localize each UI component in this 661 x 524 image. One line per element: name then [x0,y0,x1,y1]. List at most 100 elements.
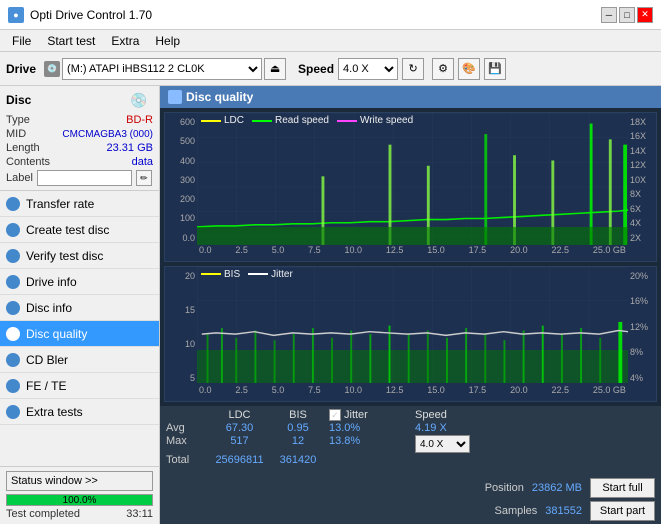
drive-info-icon [6,275,20,289]
menu-help[interactable]: Help [147,32,188,50]
app-icon: ● [8,7,24,23]
disc-load-icon[interactable]: 💿 [125,90,153,110]
refresh-button[interactable]: ↻ [402,58,424,80]
mid-value: CMCMAGBA3 (000) [62,129,153,140]
sidebar-item-disc-info[interactable]: Disc info [0,295,159,321]
fe-te-icon [6,379,20,393]
contents-label: Contents [6,156,50,168]
bottom-legend: BIS Jitter [201,269,293,280]
progress-text: 100.0% [7,495,152,507]
sidebar-label-fe-te: FE / TE [26,379,66,393]
menu-extra[interactable]: Extra [103,32,147,50]
ldc-total: 25696811 [212,454,267,466]
main-content: Disc 💿 Type BD-R MID CMCMAGBA3 (000) Len… [0,86,661,524]
total-label: Total [166,454,206,466]
sidebar-item-transfer-rate[interactable]: Transfer rate [0,191,159,217]
mid-label: MID [6,128,26,140]
left-panel: Disc 💿 Type BD-R MID CMCMAGBA3 (000) Len… [0,86,160,524]
chart-title: Disc quality [186,90,253,104]
drive-select[interactable]: (M:) ATAPI iHBS112 2 CL0K [62,58,262,80]
contents-value: data [132,156,153,168]
sidebar-item-disc-quality[interactable]: Disc quality [0,321,159,347]
label-input[interactable] [37,170,132,186]
top-chart: 600 500 400 300 200 100 0.0 LDC [164,112,657,262]
jitter-avg: 13.0% [329,422,409,434]
maximize-button[interactable]: □ [619,7,635,23]
top-chart-svg [197,113,628,261]
app-title: Opti Drive Control 1.70 [30,8,152,22]
bottom-chart-inner: BIS Jitter [197,267,628,401]
sidebar-label-extra-tests: Extra tests [26,405,83,419]
avg-label: Avg [166,422,206,434]
bis-max: 12 [273,435,323,453]
position-val: 23862 MB [532,482,582,494]
speed-header: Speed [415,409,465,421]
minimize-button[interactable]: ─ [601,7,617,23]
eject-button[interactable]: ⏏ [264,58,286,80]
max-label: Max [166,435,206,453]
bottom-y-axis-left: 20 15 10 5 [165,267,197,401]
speed-select[interactable]: 4.0 X [338,58,398,80]
sidebar-item-drive-info[interactable]: Drive info [0,269,159,295]
disc-title: Disc [6,93,31,107]
bis-avg: 0.95 [273,422,323,434]
speed-dropdown[interactable]: 4.0 X [415,435,470,453]
sidebar-item-cd-bler[interactable]: CD Bler [0,347,159,373]
speed-val: 4.19 X [415,422,465,434]
chart-icon [168,90,182,104]
status-window-button[interactable]: Status window >> [6,471,153,491]
sidebar-label-verify-test-disc: Verify test disc [26,249,103,263]
sidebar-item-fe-te[interactable]: FE / TE [0,373,159,399]
sidebar-label-transfer-rate: Transfer rate [26,197,94,211]
menu-file[interactable]: File [4,32,39,50]
bottom-chart-svg [197,267,628,401]
menu-start-test[interactable]: Start test [39,32,103,50]
status-text: Test completed [6,508,80,520]
sidebar-label-disc-info: Disc info [26,301,72,315]
cd-bler-icon [6,353,20,367]
samples-val: 381552 [545,505,582,517]
status-section: Status window >> 100.0% Test completed 3… [0,466,159,524]
sidebar-item-extra-tests[interactable]: Extra tests [0,399,159,425]
ldc-max: 517 [212,435,267,453]
sidebar-label-drive-info: Drive info [26,275,77,289]
sidebar-item-create-test-disc[interactable]: Create test disc [0,217,159,243]
settings-button[interactable]: ⚙ [432,58,454,80]
close-button[interactable]: ✕ [637,7,653,23]
type-value: BD-R [126,114,153,126]
jitter-checkbox[interactable]: ✓ [329,409,341,421]
sidebar-item-verify-test-disc[interactable]: Verify test disc [0,243,159,269]
disc-quality-icon [6,327,20,341]
verify-test-disc-icon [6,249,20,263]
top-legend: LDC Read speed Write speed [201,115,413,126]
charts-area: 600 500 400 300 200 100 0.0 LDC [160,108,661,406]
disc-label-label: Label [6,172,33,184]
length-value: 23.31 GB [107,142,153,154]
progress-bar-container: 100.0% [6,494,153,506]
start-part-button[interactable]: Start part [590,501,655,521]
create-test-disc-icon [6,223,20,237]
menu-bar: File Start test Extra Help [0,30,661,52]
bis-total: 361420 [273,454,323,466]
position-label: Position [485,482,524,494]
top-y-axis-right: 18X 16X 14X 12X 10X 8X 6X 4X 2X [628,113,656,261]
start-full-button[interactable]: Start full [590,478,655,498]
bis-header: BIS [273,409,323,421]
jitter-max: 13.8% [329,435,409,453]
color-button[interactable]: 🎨 [458,58,480,80]
stats-bar: LDC BIS ✓ Jitter Speed Avg 67.30 0.95 13… [160,406,661,524]
save-button[interactable]: 💾 [484,58,506,80]
sidebar-label-create-test-disc: Create test disc [26,223,109,237]
bottom-x-axis: 0.02.55.07.510.012.515.017.520.022.525.0… [197,385,628,401]
drive-icon: 💿 [44,61,60,77]
top-x-axis: 0.02.55.07.510.012.515.017.520.022.525.0… [197,245,628,261]
type-label: Type [6,114,30,126]
jitter-header: Jitter [344,409,368,421]
toolbar: Drive 💿 (M:) ATAPI iHBS112 2 CL0K ⏏ Spee… [0,52,661,86]
stats-right: Position 23862 MB Start full Samples 381… [485,478,655,521]
window-controls: ─ □ ✕ [601,7,653,23]
bottom-y-axis-right: 20% 16% 12% 8% 4% [628,267,656,401]
label-edit-button[interactable]: ✏ [136,170,152,186]
sidebar-label-cd-bler: CD Bler [26,353,68,367]
ldc-header: LDC [212,409,267,421]
